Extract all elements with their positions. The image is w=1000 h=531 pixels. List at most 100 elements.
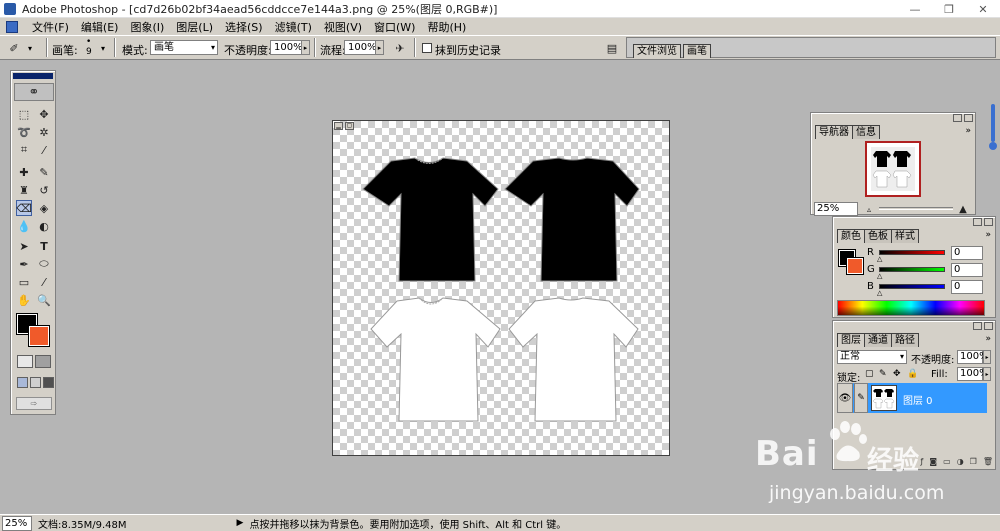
opacity-stepper-icon[interactable]: ▸ bbox=[301, 40, 310, 55]
pen-tool-icon[interactable]: ✒ bbox=[16, 256, 32, 272]
hand-tool-icon[interactable]: ✋ bbox=[16, 292, 32, 308]
tab-brushes[interactable]: 画笔 bbox=[683, 44, 711, 58]
menu-window[interactable]: 窗口(W) bbox=[368, 19, 421, 35]
layer-link-brush-icon[interactable]: ✎ bbox=[854, 383, 868, 413]
slider-thumb-icon[interactable]: △ bbox=[877, 289, 882, 297]
photoshop-eye-logo-icon[interactable]: ⚭ bbox=[14, 83, 54, 101]
marquee-tool-icon[interactable]: ⬚ bbox=[16, 106, 32, 122]
layer-opacity-input[interactable]: 100% bbox=[957, 350, 989, 364]
ellipse-tool-icon[interactable]: ⬭ bbox=[36, 256, 52, 272]
panel-close-button[interactable] bbox=[984, 218, 993, 226]
flow-input[interactable]: 100% bbox=[344, 40, 377, 55]
mode-select[interactable]: 画笔 ▾ bbox=[150, 40, 218, 55]
menu-image[interactable]: 图象(I) bbox=[124, 19, 170, 35]
blend-mode-select[interactable]: 正常 ▾ bbox=[837, 350, 907, 364]
lock-transparency-icon[interactable]: ▢ bbox=[865, 369, 874, 379]
green-value-input[interactable]: 0 bbox=[951, 263, 983, 277]
panel-minimize-button[interactable] bbox=[953, 114, 962, 122]
brush-tool-icon[interactable]: ✎ bbox=[36, 164, 52, 180]
brush-size[interactable]: 9 bbox=[86, 47, 92, 57]
panel-minimize-button[interactable] bbox=[973, 218, 982, 226]
panel-menu-icon[interactable]: » bbox=[965, 126, 971, 136]
close-button[interactable]: ✕ bbox=[966, 0, 1000, 18]
minimize-button[interactable]: — bbox=[898, 0, 932, 18]
clone-stamp-tool-icon[interactable]: ♜ bbox=[16, 182, 32, 198]
eraser-tool-preset-icon[interactable]: ✐ bbox=[6, 40, 22, 56]
navigator-zoom-slider[interactable] bbox=[879, 207, 953, 210]
status-menu-arrow-icon[interactable]: ▶ bbox=[237, 518, 244, 528]
crop-tool-icon[interactable]: ⌗ bbox=[16, 142, 32, 158]
blue-channel-slider[interactable] bbox=[879, 284, 945, 289]
zoom-in-icon[interactable]: ▲ bbox=[955, 201, 971, 217]
layer-name[interactable]: 图层 0 bbox=[903, 392, 933, 407]
menu-view[interactable]: 视图(V) bbox=[318, 19, 368, 35]
history-brush-tool-icon[interactable]: ↺ bbox=[36, 182, 52, 198]
zoom-out-icon[interactable]: ▵ bbox=[861, 201, 877, 217]
tab-layers[interactable]: 图层 bbox=[837, 333, 865, 347]
standard-mode-button[interactable] bbox=[17, 355, 33, 368]
brush-dropdown-arrow-icon[interactable]: ▾ bbox=[101, 44, 105, 53]
panel-close-button[interactable] bbox=[984, 322, 993, 330]
menu-layer[interactable]: 图层(L) bbox=[170, 19, 219, 35]
eyedropper-tool-icon[interactable]: ⁄ bbox=[36, 274, 52, 290]
tab-color[interactable]: 颜色 bbox=[837, 229, 865, 243]
airbrush-icon[interactable]: ✈ bbox=[392, 40, 408, 56]
green-channel-slider[interactable] bbox=[879, 267, 945, 272]
quick-mask-mode-button[interactable] bbox=[35, 355, 51, 368]
slice-tool-icon[interactable]: ⁄ bbox=[36, 142, 52, 158]
type-tool-icon[interactable]: T bbox=[36, 238, 52, 254]
status-zoom-input[interactable]: 25% bbox=[2, 515, 32, 531]
preset-dropdown-arrow-icon[interactable]: ▾ bbox=[28, 44, 32, 53]
blur-tool-icon[interactable]: 💧 bbox=[16, 218, 32, 234]
color-background-swatch[interactable] bbox=[846, 257, 864, 275]
tab-channels[interactable]: 通道 bbox=[864, 333, 892, 347]
notes-tool-icon[interactable]: ▭ bbox=[16, 274, 32, 290]
tab-navigator[interactable]: 导航器 bbox=[815, 125, 853, 139]
tab-info[interactable]: 信息 bbox=[852, 125, 880, 139]
full-screen-mode-button[interactable] bbox=[43, 377, 54, 388]
menu-filter[interactable]: 滤镜(T) bbox=[269, 19, 318, 35]
document-window[interactable]: ▁ ▢ bbox=[332, 120, 670, 456]
menu-help[interactable]: 帮助(H) bbox=[421, 19, 472, 35]
tab-paths[interactable]: 路径 bbox=[891, 333, 919, 347]
lock-all-icon[interactable]: 🔒 bbox=[907, 369, 918, 379]
tab-file-browser[interactable]: 文件浏览 bbox=[633, 44, 681, 58]
layer-opacity-stepper-icon[interactable]: ▸ bbox=[983, 350, 991, 364]
navigator-thumbnail[interactable] bbox=[865, 141, 921, 197]
color-spectrum-ramp[interactable] bbox=[837, 300, 985, 316]
lasso-tool-icon[interactable]: ➰ bbox=[16, 124, 32, 140]
dodge-tool-icon[interactable]: ◐ bbox=[36, 218, 52, 234]
zoom-tool-icon[interactable]: 🔍 bbox=[36, 292, 52, 308]
lock-position-icon[interactable]: ✥ bbox=[893, 369, 901, 379]
tab-swatches[interactable]: 色板 bbox=[864, 229, 892, 243]
red-channel-slider[interactable] bbox=[879, 250, 945, 255]
doc-minimize-button[interactable]: ▁ bbox=[334, 122, 343, 130]
full-screen-menu-mode-button[interactable] bbox=[30, 377, 41, 388]
eraser-tool-icon[interactable]: ⌫ bbox=[16, 200, 32, 216]
slider-thumb-icon[interactable]: △ bbox=[877, 272, 882, 280]
fill-input[interactable]: 100% bbox=[957, 367, 989, 381]
red-value-input[interactable]: 0 bbox=[951, 246, 983, 260]
opacity-input[interactable]: 100% bbox=[270, 40, 303, 55]
menu-edit[interactable]: 编辑(E) bbox=[75, 19, 125, 35]
move-tool-icon[interactable]: ✥ bbox=[36, 106, 52, 122]
layer-visibility-eye-icon[interactable]: 👁 bbox=[837, 383, 853, 413]
tab-styles[interactable]: 样式 bbox=[891, 229, 919, 243]
fill-stepper-icon[interactable]: ▸ bbox=[983, 367, 991, 381]
lock-image-icon[interactable]: ✎ bbox=[879, 369, 887, 379]
healing-brush-tool-icon[interactable]: ✚ bbox=[16, 164, 32, 180]
standard-screen-mode-button[interactable] bbox=[17, 377, 28, 388]
background-color-swatch[interactable] bbox=[28, 325, 50, 347]
jump-to-imageready-button[interactable]: ⇨ bbox=[16, 397, 52, 410]
panel-minimize-button[interactable] bbox=[973, 322, 982, 330]
restore-button[interactable]: ❐ bbox=[932, 0, 966, 18]
palette-menu-icon[interactable]: ▤ bbox=[604, 40, 620, 56]
blue-value-input[interactable]: 0 bbox=[951, 280, 983, 294]
panel-menu-icon[interactable]: » bbox=[985, 230, 991, 240]
magic-wand-tool-icon[interactable]: ✲ bbox=[36, 124, 52, 140]
panel-close-button[interactable] bbox=[964, 114, 973, 122]
right-edge-scroll-icon[interactable] bbox=[988, 104, 998, 152]
path-selection-tool-icon[interactable]: ➤ bbox=[16, 238, 32, 254]
navigator-zoom-input[interactable]: 25% bbox=[814, 202, 858, 216]
paint-bucket-tool-icon[interactable]: ◈ bbox=[36, 200, 52, 216]
